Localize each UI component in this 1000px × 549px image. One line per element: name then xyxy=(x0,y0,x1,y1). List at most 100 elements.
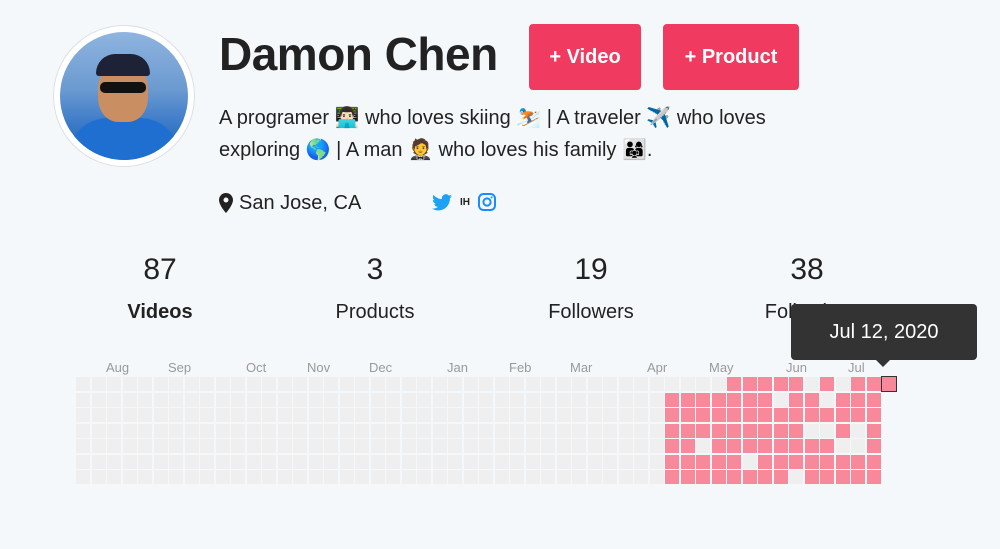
calendar-day-cell[interactable] xyxy=(665,392,679,407)
calendar-day-cell[interactable] xyxy=(324,439,338,453)
calendar-day-cell[interactable] xyxy=(153,454,168,469)
calendar-day-cell[interactable] xyxy=(494,392,509,407)
calendar-day-cell[interactable] xyxy=(448,377,462,391)
calendar-day-cell[interactable] xyxy=(122,454,137,469)
calendar-day-cell[interactable] xyxy=(649,377,664,391)
calendar-day-cell[interactable] xyxy=(525,408,540,422)
calendar-day-cell[interactable] xyxy=(711,423,726,438)
calendar-day-cell[interactable] xyxy=(246,454,261,469)
calendar-day-cell[interactable] xyxy=(758,454,772,469)
calendar-day-cell[interactable] xyxy=(448,470,462,484)
calendar-day-cell[interactable] xyxy=(153,377,168,391)
calendar-day-cell[interactable] xyxy=(851,439,865,453)
calendar-day-cell[interactable] xyxy=(370,454,385,469)
calendar-day-cell[interactable] xyxy=(184,377,199,391)
calendar-day-cell[interactable] xyxy=(324,454,338,469)
calendar-day-cell[interactable] xyxy=(758,423,772,438)
calendar-day-cell[interactable] xyxy=(789,439,803,453)
calendar-day-cell[interactable] xyxy=(308,454,323,469)
calendar-day-cell[interactable] xyxy=(386,470,400,484)
calendar-day-cell[interactable] xyxy=(308,392,323,407)
calendar-day-cell[interactable] xyxy=(169,439,183,453)
calendar-day-cell[interactable] xyxy=(494,439,509,453)
calendar-day-cell[interactable] xyxy=(324,470,338,484)
calendar-day-cell[interactable] xyxy=(401,454,416,469)
calendar-day-cell[interactable] xyxy=(293,423,307,438)
calendar-day-cell[interactable] xyxy=(200,423,214,438)
calendar-day-cell[interactable] xyxy=(138,439,152,453)
calendar-day-cell[interactable] xyxy=(510,423,524,438)
calendar-day-cell[interactable] xyxy=(711,454,726,469)
calendar-day-cell[interactable] xyxy=(76,392,90,407)
calendar-day-cell[interactable] xyxy=(572,470,586,484)
calendar-day-cell[interactable] xyxy=(634,439,648,453)
calendar-day-cell[interactable] xyxy=(866,377,881,391)
calendar-day-cell[interactable] xyxy=(355,408,369,422)
calendar-day-cell[interactable] xyxy=(91,470,106,484)
calendar-day-cell[interactable] xyxy=(680,470,695,484)
calendar-day-cell[interactable] xyxy=(618,470,633,484)
calendar-day-cell[interactable] xyxy=(463,377,478,391)
calendar-day-cell[interactable] xyxy=(184,408,199,422)
calendar-day-cell[interactable] xyxy=(417,408,431,422)
calendar-day-cell[interactable] xyxy=(448,439,462,453)
calendar-day-cell[interactable] xyxy=(603,454,617,469)
calendar-day-cell[interactable] xyxy=(618,408,633,422)
calendar-day-cell[interactable] xyxy=(773,423,788,438)
calendar-day-cell[interactable] xyxy=(820,470,834,484)
calendar-day-cell[interactable] xyxy=(107,377,121,391)
calendar-day-cell[interactable] xyxy=(324,408,338,422)
calendar-day-cell[interactable] xyxy=(370,377,385,391)
calendar-day-cell[interactable] xyxy=(401,377,416,391)
calendar-day-cell[interactable] xyxy=(881,376,897,392)
calendar-day-cell[interactable] xyxy=(556,408,571,422)
calendar-day-cell[interactable] xyxy=(804,423,819,438)
tab-products[interactable]: Products xyxy=(295,301,455,324)
calendar-day-cell[interactable] xyxy=(572,392,586,407)
calendar-day-cell[interactable] xyxy=(665,454,679,469)
calendar-day-cell[interactable] xyxy=(231,408,245,422)
calendar-day-cell[interactable] xyxy=(308,408,323,422)
calendar-day-cell[interactable] xyxy=(231,392,245,407)
calendar-day-cell[interactable] xyxy=(277,439,292,453)
calendar-day-cell[interactable] xyxy=(742,408,757,422)
calendar-day-cell[interactable] xyxy=(169,377,183,391)
calendar-day-cell[interactable] xyxy=(742,470,757,484)
calendar-day-cell[interactable] xyxy=(107,423,121,438)
calendar-day-cell[interactable] xyxy=(215,454,230,469)
calendar-day-cell[interactable] xyxy=(463,454,478,469)
calendar-day-cell[interactable] xyxy=(525,439,540,453)
calendar-day-cell[interactable] xyxy=(386,439,400,453)
calendar-day-cell[interactable] xyxy=(138,470,152,484)
calendar-day-cell[interactable] xyxy=(696,392,710,407)
calendar-day-cell[interactable] xyxy=(727,408,741,422)
calendar-day-cell[interactable] xyxy=(711,377,726,391)
calendar-day-cell[interactable] xyxy=(572,408,586,422)
calendar-day-cell[interactable] xyxy=(510,439,524,453)
calendar-day-cell[interactable] xyxy=(572,439,586,453)
calendar-day-cell[interactable] xyxy=(820,423,834,438)
calendar-day-cell[interactable] xyxy=(773,392,788,407)
calendar-day-cell[interactable] xyxy=(293,408,307,422)
add-video-button[interactable]: + Video xyxy=(529,24,641,90)
calendar-day-cell[interactable] xyxy=(386,454,400,469)
calendar-day-cell[interactable] xyxy=(355,454,369,469)
calendar-day-cell[interactable] xyxy=(479,454,493,469)
calendar-day-cell[interactable] xyxy=(122,377,137,391)
calendar-day-cell[interactable] xyxy=(169,392,183,407)
calendar-day-cell[interactable] xyxy=(727,454,741,469)
calendar-day-cell[interactable] xyxy=(634,423,648,438)
calendar-day-cell[interactable] xyxy=(169,470,183,484)
calendar-day-cell[interactable] xyxy=(680,439,695,453)
calendar-day-cell[interactable] xyxy=(76,454,90,469)
calendar-day-cell[interactable] xyxy=(820,408,834,422)
calendar-day-cell[interactable] xyxy=(169,423,183,438)
calendar-day-cell[interactable] xyxy=(510,392,524,407)
tab-followers[interactable]: Followers xyxy=(511,301,671,324)
calendar-day-cell[interactable] xyxy=(448,408,462,422)
calendar-day-cell[interactable] xyxy=(696,377,710,391)
calendar-day-cell[interactable] xyxy=(417,392,431,407)
calendar-day-cell[interactable] xyxy=(91,439,106,453)
calendar-day-cell[interactable] xyxy=(587,408,602,422)
calendar-day-cell[interactable] xyxy=(138,423,152,438)
